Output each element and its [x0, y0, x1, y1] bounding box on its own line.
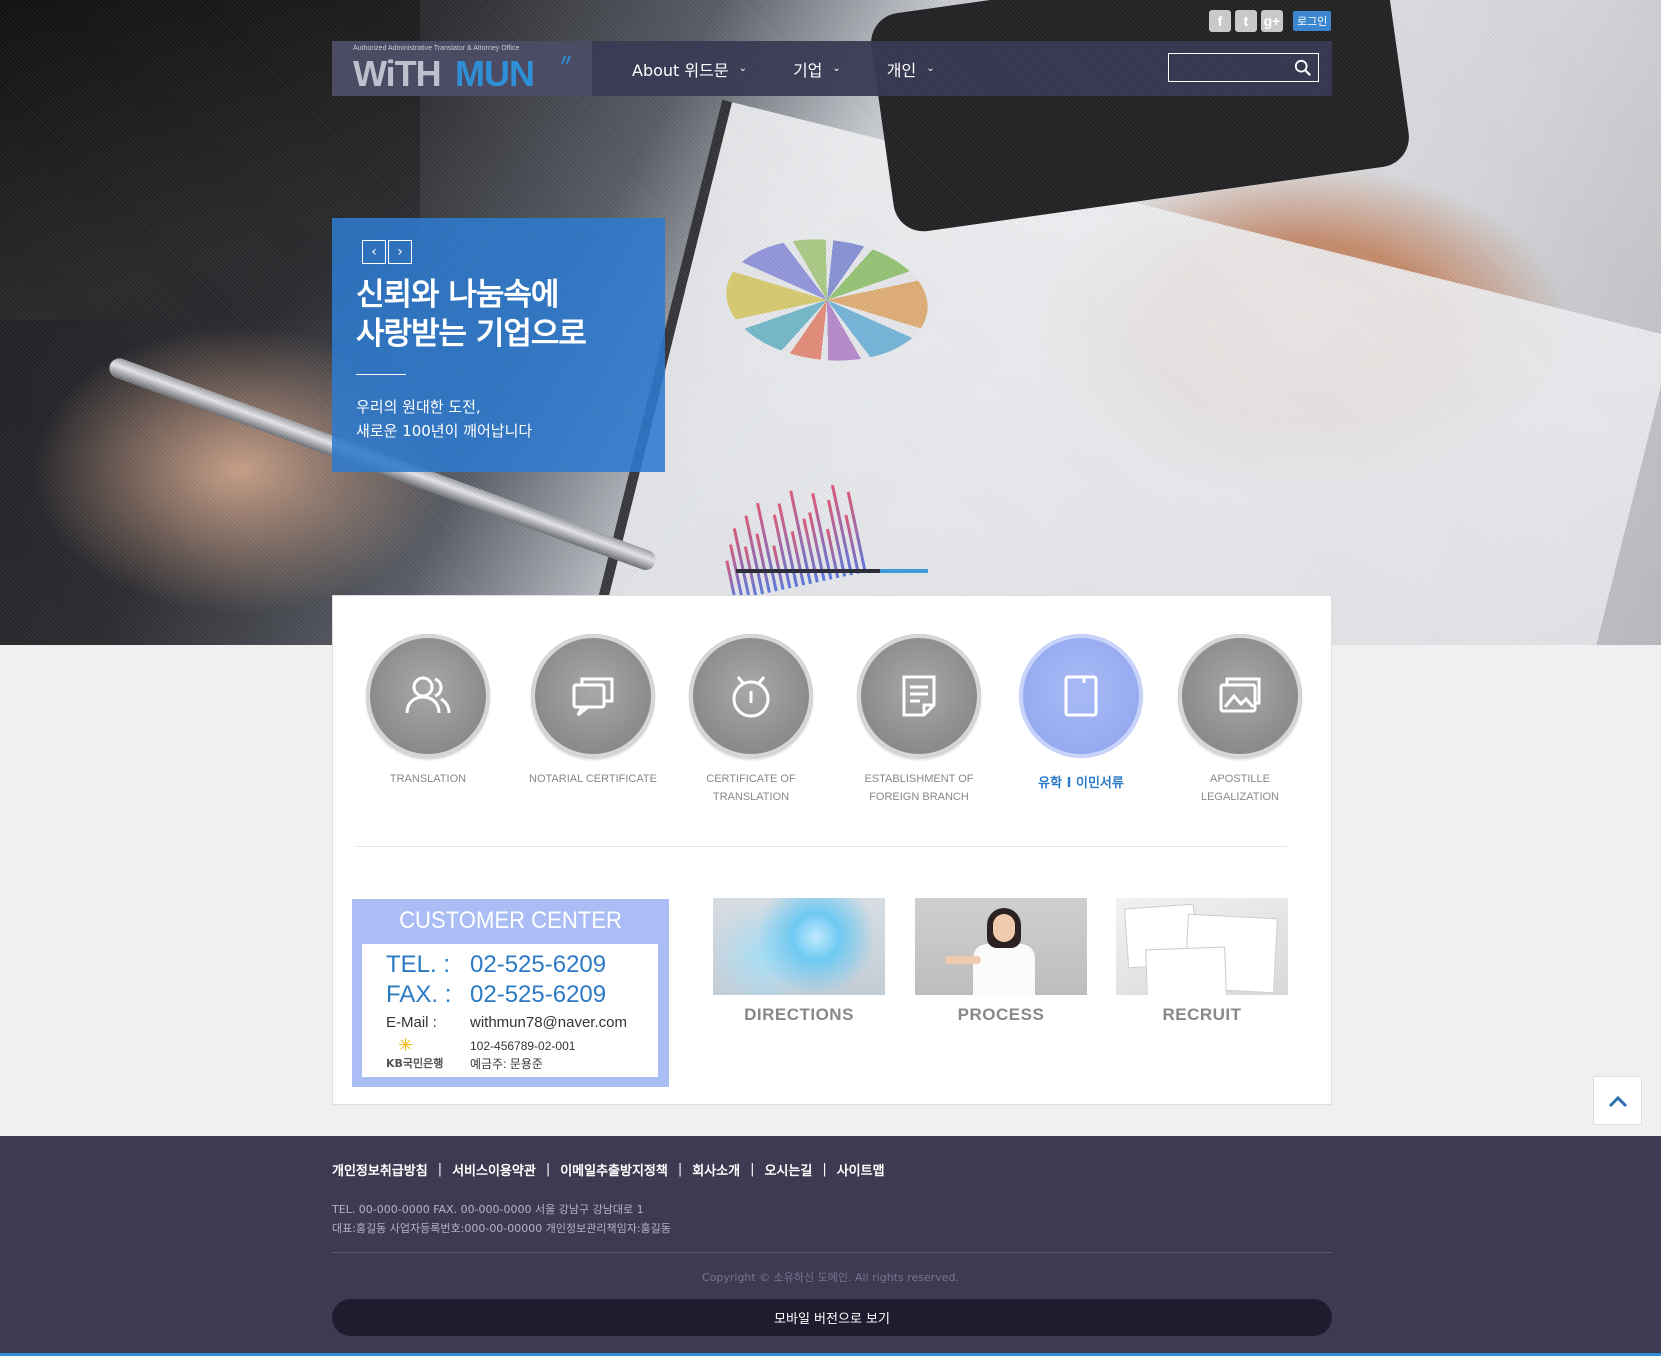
- kb-star-icon: ✳: [398, 1035, 414, 1056]
- menu-item-label: 기업: [792, 60, 823, 80]
- logo-tagline: Authorized Administrative Translator & A…: [353, 45, 520, 52]
- recruit-image: [1116, 898, 1288, 995]
- slide-progress-fill: [736, 569, 880, 573]
- login-button[interactable]: 로그인: [1293, 11, 1332, 31]
- content-card: TRANSLATION NOTARIAL CERTIFICATE CERTIFI…: [332, 595, 1332, 1105]
- menu-item-business[interactable]: 기업 ⌄: [793, 57, 841, 81]
- service-study-immigration[interactable]: 유학 I 이민서류: [996, 634, 1166, 791]
- logo-text-with: WiTH: [353, 53, 442, 94]
- mobile-version-button[interactable]: 모바일 버전으로 보기: [332, 1299, 1332, 1336]
- service-label: ESTABLISHMENT OF FOREIGN BRANCH: [864, 773, 974, 803]
- search-icon[interactable]: [1294, 59, 1312, 77]
- footer-address: TEL. 00-000-0000 FAX. 00-000-0000 서울 강남구…: [332, 1203, 671, 1235]
- footer-links: 개인정보취급방침 | 서비스이용약관 | 이메일추출방지정책 | 회사소개 | 오시는길…: [332, 1160, 885, 1179]
- service-branch[interactable]: ESTABLISHMENT OF FOREIGN BRANCH: [834, 634, 1004, 806]
- logo-wave-icon: 〃: [558, 53, 575, 70]
- customer-center: CUSTOMER CENTER TEL. :02-525-6209 FAX. :…: [352, 899, 669, 1087]
- copyright: Copyright © 소유하신 도메인. All rights reserve…: [701, 1271, 960, 1284]
- hero-slide-caption: ‹ › 신뢰와 나눔속에 사랑받는 기업으로 우리의 원대한 도전, 새로운 1…: [332, 218, 665, 472]
- chat-icon: [572, 677, 614, 717]
- process-image: [915, 898, 1087, 995]
- menu-item-label: About 위드문: [632, 60, 729, 80]
- prev-arrow-icon[interactable]: ‹: [362, 240, 386, 264]
- back-to-top-button[interactable]: [1593, 1076, 1642, 1125]
- directions-image: [713, 898, 885, 995]
- service-certificate[interactable]: CERTIFICATE OF TRANSLATION: [666, 634, 836, 806]
- service-translation[interactable]: TRANSLATION: [343, 634, 513, 788]
- customer-center-title: CUSTOMER CENTER: [399, 907, 622, 934]
- chevron-down-icon: ⌄: [832, 63, 841, 74]
- footer-link-terms[interactable]: 서비스이용약관: [452, 1160, 536, 1179]
- footer-link-about[interactable]: 회사소개: [692, 1160, 740, 1179]
- hero-banner: [0, 0, 1661, 645]
- footer-link-directions[interactable]: 오시는길: [764, 1160, 812, 1179]
- kb-bank-logo: ✳ KB국민은행: [386, 1037, 470, 1073]
- chevron-down-icon: ⌄: [738, 63, 747, 74]
- document-icon: [902, 675, 936, 717]
- recruit-link[interactable]: RECRUIT: [1116, 898, 1288, 1025]
- service-circle: [1178, 634, 1302, 758]
- service-circle: [531, 634, 655, 758]
- footer-link-email-policy[interactable]: 이메일추출방지정책: [560, 1160, 668, 1179]
- service-label: CERTIFICATE OF TRANSLATION: [706, 773, 796, 803]
- fax-row: FAX. :02-525-6209: [386, 981, 607, 1008]
- users-icon: [405, 676, 451, 714]
- logo-text-mun: MUN: [455, 53, 535, 94]
- service-label: NOTARIAL CERTIFICATE: [529, 773, 657, 785]
- service-apostille[interactable]: APOSTILLE LEGALIZATION: [1155, 634, 1325, 806]
- chevron-down-icon: ⌄: [926, 63, 935, 74]
- footer-divider: [332, 1252, 1332, 1253]
- bank-row: ✳ KB국민은행 102-456789-02-001 예금주: 문용준: [386, 1037, 658, 1073]
- footer-link-privacy[interactable]: 개인정보취급방침: [332, 1160, 428, 1179]
- stopwatch-icon: [732, 676, 770, 718]
- hero-suit-right: [867, 0, 1413, 236]
- tel-row: TEL. :02-525-6209: [386, 951, 607, 978]
- service-circle: [366, 634, 490, 758]
- account-number: 102-456789-02-001: [470, 1039, 576, 1053]
- slide-subtitle: 우리의 원대한 도전, 새로운 100년이 깨어납니다: [356, 398, 533, 440]
- thumb-caption: DIRECTIONS: [744, 1005, 854, 1024]
- directions-link[interactable]: DIRECTIONS: [713, 898, 885, 1025]
- service-label: TRANSLATION: [389, 773, 467, 785]
- footer-link-sitemap[interactable]: 사이트맵: [837, 1160, 885, 1179]
- menu-item-personal[interactable]: 개인 ⌄: [887, 57, 935, 81]
- service-circle: [1019, 634, 1143, 758]
- next-arrow-icon[interactable]: ›: [388, 240, 412, 264]
- chevron-up-icon: [1608, 1095, 1627, 1107]
- main-navbar: Authorized Administrative Translator & A…: [332, 41, 1332, 96]
- content-divider: [355, 846, 1287, 847]
- service-label: 유학 I 이민서류: [1038, 776, 1124, 791]
- slide-title: 신뢰와 나눔속에 사랑받는 기업으로: [356, 277, 587, 352]
- site-footer: 개인정보취급방침 | 서비스이용약관 | 이메일추출방지정책 | 회사소개 | 오시는길…: [0, 1136, 1661, 1356]
- menu-item-label: 개인: [886, 60, 917, 80]
- googleplus-icon[interactable]: g+: [1261, 10, 1283, 32]
- gallery-icon: [1219, 677, 1261, 713]
- service-notarial[interactable]: NOTARIAL CERTIFICATE: [508, 634, 678, 788]
- slide-progress-bar: [736, 569, 928, 573]
- service-label: APOSTILLE LEGALIZATION: [1200, 773, 1280, 803]
- main-menu: About 위드문 ⌄ 기업 ⌄ 개인 ⌄: [632, 41, 935, 96]
- thumb-caption: RECRUIT: [1162, 1005, 1242, 1024]
- customer-center-info: TEL. :02-525-6209 FAX. :02-525-6209 E-Ma…: [362, 944, 658, 1077]
- thumb-caption: PROCESS: [957, 1005, 1045, 1024]
- email-row: E-Mail : withmun78@naver.com: [386, 1014, 627, 1031]
- social-bar: f t g+ 로그인: [1209, 10, 1332, 32]
- menu-item-about[interactable]: About 위드문 ⌄: [632, 57, 747, 81]
- service-circle: [857, 634, 981, 758]
- site-logo[interactable]: Authorized Administrative Translator & A…: [332, 41, 592, 96]
- service-circle: [689, 634, 813, 758]
- search-box: [1168, 53, 1319, 82]
- twitter-icon[interactable]: t: [1235, 10, 1257, 32]
- slide-arrows: ‹ ›: [362, 240, 641, 264]
- process-link[interactable]: PROCESS: [915, 898, 1087, 1025]
- search-input[interactable]: [1169, 54, 1287, 81]
- slide-divider: [356, 374, 406, 375]
- tablet-icon: [1064, 675, 1098, 717]
- account-holder: 예금주: 문용준: [470, 1057, 543, 1071]
- facebook-icon[interactable]: f: [1209, 10, 1231, 32]
